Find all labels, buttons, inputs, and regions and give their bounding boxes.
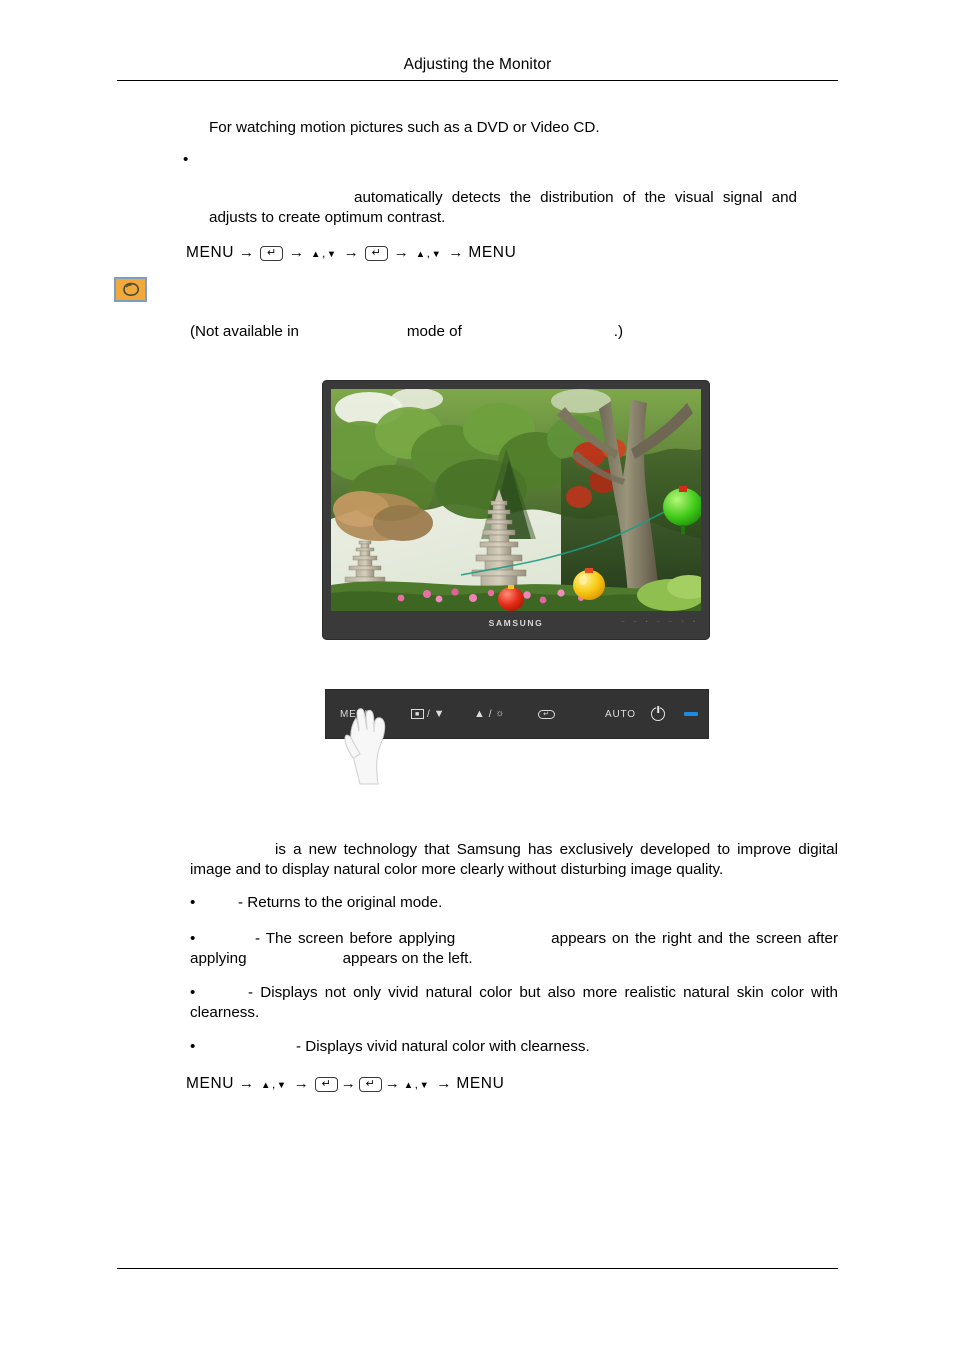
arrow-icon: →	[343, 244, 359, 261]
bullet-marker: •	[190, 930, 196, 947]
source-icon: ■	[411, 709, 424, 719]
top-bullet-marker: •	[183, 151, 189, 168]
top-bullet-paragraph: automatically detects the distribution o…	[209, 188, 797, 228]
enter-key-icon: ↵	[358, 1076, 382, 1092]
enter-key-icon: ↵	[260, 245, 284, 261]
note-glyph	[122, 282, 139, 297]
bullet-text: - Returns to the original mode.	[238, 894, 443, 911]
down-arrow-icon: ▼	[276, 1080, 287, 1091]
control-enter-button: ↵	[538, 709, 555, 719]
arrow-icon: →	[393, 244, 409, 261]
menu-path-2: MENU → ▲,▼ → ↵ → ↵ → ▲,▼ → MENU	[186, 1072, 504, 1096]
slash-separator: /	[488, 708, 493, 720]
menu-path-1-start: MENU	[186, 244, 235, 261]
arrow-icon: →	[239, 244, 255, 261]
bezel-key-glyph: •	[645, 618, 648, 625]
up-arrow-icon: ▲	[474, 707, 486, 720]
down-arrow-icon: ▼	[419, 1080, 430, 1091]
up-arrow-icon: ▲	[403, 1080, 414, 1091]
up-down-icon: ▲,▼	[309, 242, 339, 266]
arrow-icon: →	[293, 1075, 309, 1092]
header-rule	[117, 80, 838, 81]
enter-key-icon: ↵	[314, 1076, 338, 1092]
up-arrow-icon: ▲	[311, 249, 321, 260]
screen-photo	[331, 389, 701, 611]
down-arrow-icon: ▼	[433, 707, 446, 720]
bezel-key-markings: – – • – – ○ •	[621, 618, 695, 626]
note-text-after: .)	[613, 323, 624, 340]
description-body: is a new technology that Samsung has exc…	[190, 841, 838, 878]
arrow-icon: →	[384, 1075, 400, 1092]
arrow-icon: →	[436, 1075, 452, 1092]
power-icon	[651, 707, 665, 721]
list-item: • - Displays not only vivid natural colo…	[190, 983, 838, 1023]
menu-path-1-end: MENU	[468, 244, 517, 261]
list-item: • - The screen before applying appears on…	[190, 929, 838, 969]
power-led-indicator	[684, 712, 698, 716]
up-down-icon: ▲,▼	[259, 1073, 289, 1097]
up-arrow-icon: ▲	[261, 1080, 271, 1091]
up-down-icon: ▲,▼	[402, 1073, 432, 1097]
footer-rule	[117, 1268, 838, 1269]
down-arrow-icon: ▼	[431, 249, 442, 260]
monitor-bottom-bezel: SAMSUNG – – • – – ○ •	[331, 611, 701, 634]
note-text-middle: mode of	[406, 323, 462, 340]
arrow-icon: →	[340, 1075, 356, 1092]
note-icon	[114, 277, 147, 302]
bullet-body: - The screen before applying appears on t…	[190, 929, 838, 969]
control-power-button	[651, 707, 665, 721]
bezel-key-glyph: •	[693, 618, 695, 625]
bezel-key-glyph: –	[668, 618, 672, 625]
samsung-logo: SAMSUNG	[488, 617, 544, 628]
control-up-brightness-button: ▲ / ☼	[474, 707, 506, 720]
bullet-marker: •	[190, 894, 196, 911]
bullet-text: - Displays vivid natural color with clea…	[296, 1038, 590, 1055]
down-arrow-icon: ▼	[326, 249, 337, 260]
bullet-marker: •	[190, 1038, 196, 1055]
bullet-marker: •	[190, 984, 196, 1001]
bullet-text: - The screen before applying	[255, 930, 456, 947]
monitor-screen	[331, 389, 701, 611]
menu-path-2-start: MENU	[186, 1075, 235, 1092]
up-down-icon: ▲,▼	[414, 242, 444, 266]
bullet-body: - Returns to the original mode.	[238, 893, 442, 913]
slash-separator: /	[427, 708, 431, 720]
enter-key-icon: ↵	[538, 709, 555, 719]
arrow-icon: →	[448, 244, 464, 261]
arrow-icon: →	[289, 244, 305, 261]
menu-path-2-end: MENU	[456, 1075, 505, 1092]
up-arrow-icon: ▲	[415, 249, 426, 260]
brightness-icon: ☼	[495, 708, 506, 719]
control-panel-illustration: MENU ■ / ▼ ▲ / ☼ ↵ AUTO	[325, 689, 709, 739]
arrow-icon: →	[239, 1075, 255, 1092]
document-page: Adjusting the Monitor For watching motio…	[0, 0, 954, 1350]
bullet-body: - Displays vivid natural color with clea…	[296, 1037, 590, 1057]
page-header-title: Adjusting the Monitor	[403, 56, 552, 73]
bezel-key-glyph: ○	[680, 618, 685, 625]
enter-key-icon: ↵	[364, 245, 388, 261]
monitor-illustration: SAMSUNG – – • – – ○ •	[322, 380, 710, 640]
control-auto-button: AUTO	[605, 708, 636, 720]
list-item: • - Returns to the original mode.	[190, 893, 840, 913]
control-source-down-button: ■ / ▼	[411, 707, 446, 720]
bezel-key-glyph: –	[633, 618, 637, 625]
list-item: • - Displays vivid natural color with cl…	[190, 1037, 840, 1057]
led-icon	[684, 712, 698, 716]
note-text: (Not available in mode of.)	[190, 322, 810, 342]
bullet-text-3: appears on the left.	[342, 950, 473, 967]
bullet-text: - Displays not only vivid natural color …	[190, 984, 838, 1021]
menu-path-1: MENU → ↵ → ▲,▼ → ↵ → ▲,▼ → MENU	[186, 241, 516, 265]
bezel-key-glyph: –	[656, 618, 660, 625]
bullet-body: - Displays not only vivid natural color …	[190, 983, 838, 1023]
top-bullet-body: automatically detects the distribution o…	[209, 189, 797, 226]
description-paragraph: is a new technology that Samsung has exc…	[190, 840, 838, 880]
note-text-before: (Not available in	[190, 323, 299, 340]
control-menu-button: MENU	[340, 708, 373, 720]
bezel-key-glyph: –	[621, 618, 625, 625]
intro-paragraph: For watching motion pictures such as a D…	[209, 119, 600, 136]
